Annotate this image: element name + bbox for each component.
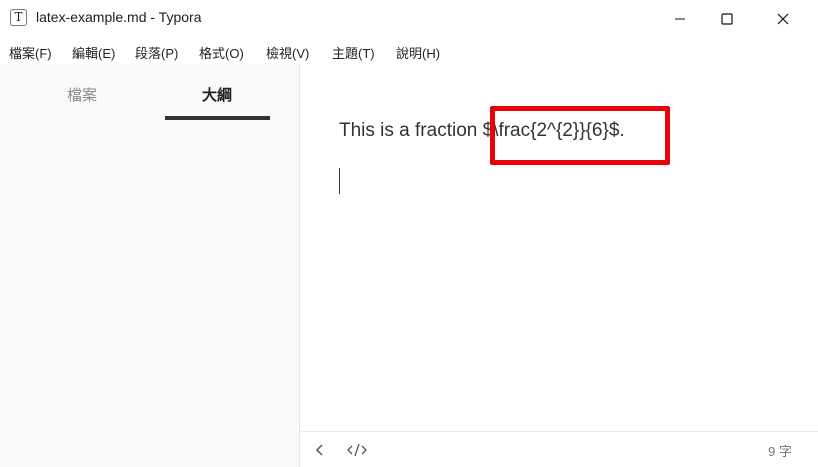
toggle-sidebar-button[interactable]	[315, 442, 325, 461]
menu-view[interactable]: 檢視(V)	[266, 43, 309, 62]
window-title: latex-example.md - Typora	[36, 9, 202, 25]
status-bar: 9 字	[301, 431, 818, 467]
typora-app-icon: T	[10, 9, 27, 26]
window-minimize-icon	[675, 18, 685, 20]
tab-files[interactable]: 檔案	[67, 84, 97, 105]
active-tab-indicator	[165, 116, 270, 120]
minimize-button[interactable]	[657, 0, 703, 38]
paragraph-text: This is a fraction	[339, 120, 483, 141]
menu-help[interactable]: 說明(H)	[396, 43, 440, 62]
menu-file[interactable]: 檔案(F)	[9, 43, 52, 62]
source-code-mode-button[interactable]	[347, 442, 367, 461]
menu-format[interactable]: 格式(O)	[199, 43, 244, 62]
menu-bar: 檔案(F) 編輯(E) 段落(P) 格式(O) 檢視(V) 主題(T) 說明(H…	[0, 38, 818, 64]
title-bar: T latex-example.md - Typora	[0, 0, 818, 38]
tab-outline[interactable]: 大綱	[202, 84, 232, 105]
highlight-box	[490, 106, 670, 165]
menu-edit[interactable]: 編輯(E)	[72, 43, 115, 62]
text-cursor	[339, 168, 340, 194]
menu-paragraph[interactable]: 段落(P)	[135, 43, 178, 62]
code-source-icon	[347, 443, 367, 457]
window-close-icon	[777, 13, 789, 25]
chevron-left-icon	[315, 444, 323, 456]
window-maximize-icon	[721, 13, 733, 25]
word-count[interactable]: 9 字	[768, 441, 792, 460]
maximize-button[interactable]	[704, 0, 750, 38]
menu-theme[interactable]: 主題(T)	[332, 43, 375, 62]
close-button[interactable]	[760, 0, 806, 38]
sidebar: 檔案 大綱	[0, 64, 300, 467]
